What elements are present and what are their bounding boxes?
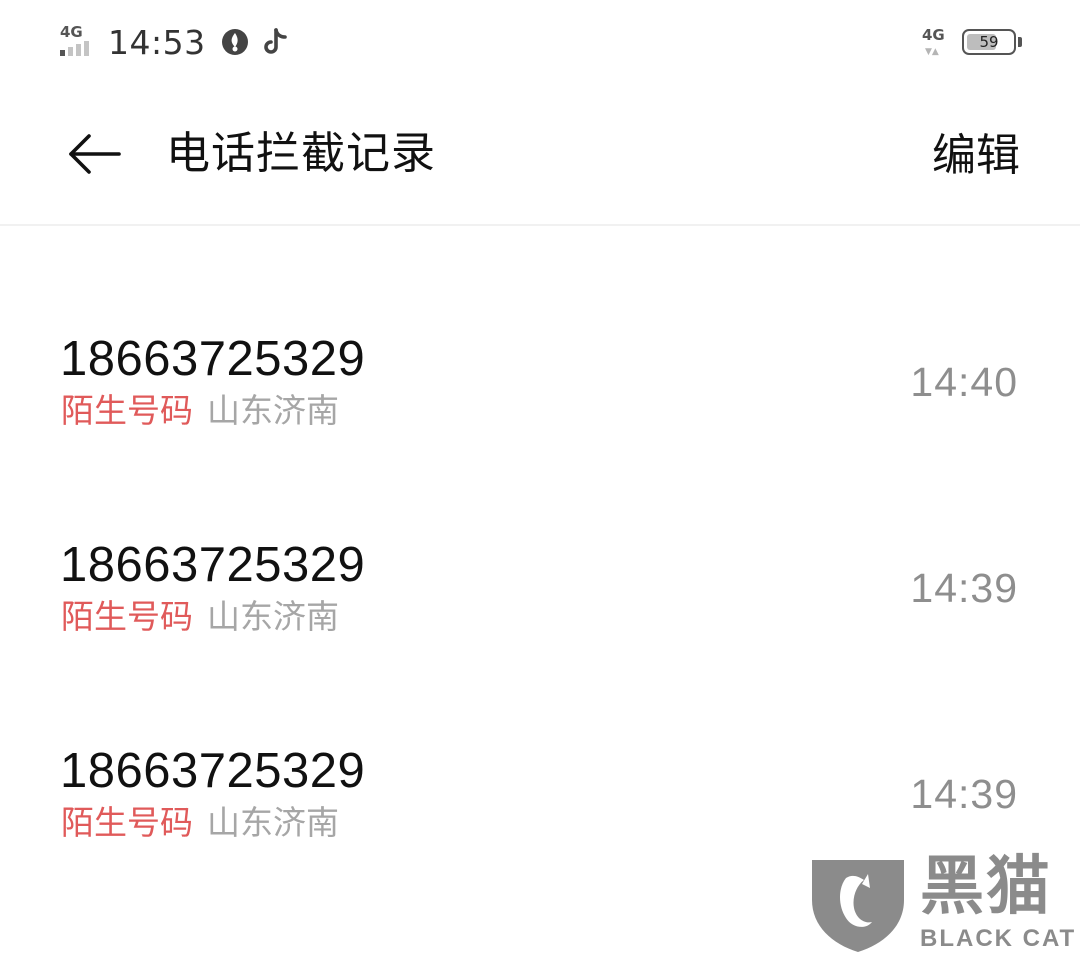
app-bar: 电话拦截记录 编辑 (0, 84, 1080, 226)
network-icon: 4G ▼▲ (922, 25, 954, 59)
call-tags: 陌生号码 山东济南 (61, 390, 339, 432)
call-type-tag: 陌生号码 (61, 597, 193, 636)
call-row[interactable]: 18663725329 陌生号码 山东济南 14:40 (0, 330, 1080, 510)
page-title: 电话拦截记录 (166, 128, 436, 179)
call-tags: 陌生号码 山东济南 (61, 596, 339, 638)
status-bar-left: 4G 14:53 (58, 20, 302, 64)
status-bar: 4G 14:53 4G ▼▲ 59 (0, 0, 1080, 84)
call-number: 18663725329 (60, 538, 366, 592)
call-location: 山东济南 (207, 803, 339, 842)
signal-bar (68, 47, 73, 56)
signal-bar (60, 50, 65, 56)
status-clock: 14:53 (108, 22, 206, 62)
battery-tip (1018, 37, 1022, 47)
call-location: 山东济南 (207, 391, 339, 430)
battery-icon: 59 (962, 29, 1016, 55)
network-type-label: 4G (922, 26, 945, 44)
battery-level: 59 (979, 33, 999, 51)
browser-icon (220, 27, 250, 57)
call-time: 14:39 (910, 565, 1018, 611)
status-bar-right: 4G ▼▲ 59 (922, 22, 1022, 62)
edit-button[interactable]: 编辑 (932, 126, 1020, 186)
call-type-tag: 陌生号码 (61, 803, 193, 842)
call-type-tag: 陌生号码 (61, 391, 193, 430)
signal-icon: 4G (58, 24, 98, 60)
call-time: 14:40 (910, 359, 1018, 405)
signal-bar (76, 44, 81, 56)
call-row[interactable]: 18663725329 陌生号码 山东济南 14:39 (0, 742, 1080, 922)
tiktok-icon (262, 27, 290, 57)
back-arrow-icon (69, 134, 121, 174)
signal-bar (84, 41, 89, 56)
call-time: 14:39 (910, 771, 1018, 817)
network-type-label: 4G (60, 23, 83, 41)
data-arrows-icon: ▼▲ (925, 47, 939, 57)
call-number: 18663725329 (60, 744, 366, 798)
call-number: 18663725329 (60, 332, 366, 386)
call-location: 山东济南 (207, 597, 339, 636)
watermark-brand-en: BLACK CAT (920, 925, 1077, 952)
back-button[interactable] (62, 128, 128, 180)
signal-bars (60, 41, 89, 56)
call-row[interactable]: 18663725329 陌生号码 山东济南 14:39 (0, 536, 1080, 716)
call-tags: 陌生号码 山东济南 (61, 802, 339, 844)
